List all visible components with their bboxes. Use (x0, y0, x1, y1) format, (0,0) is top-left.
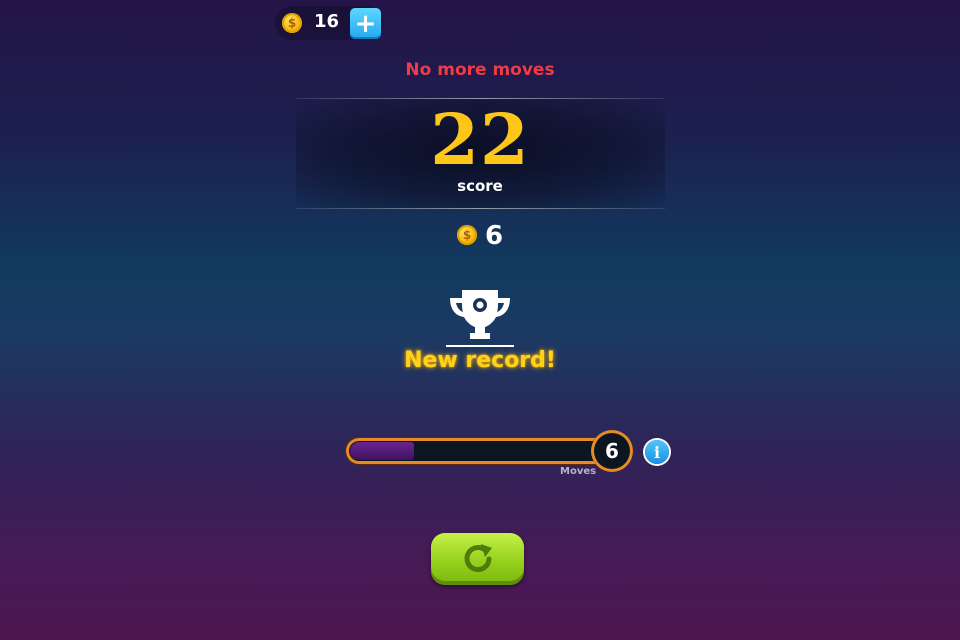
new-record-label: New record! (404, 348, 556, 373)
game-over-status: No more moves (405, 60, 555, 80)
plus-icon: + (354, 8, 377, 39)
coin-balance: 16 (314, 11, 340, 32)
info-icon: i (653, 442, 661, 462)
moves-progress-bar (346, 438, 608, 464)
add-coins-button[interactable]: + (350, 8, 381, 39)
moves-progress-fill (350, 442, 414, 460)
score-value: 22 (430, 98, 530, 181)
replay-icon (464, 544, 492, 573)
score-label: score (457, 177, 503, 195)
trophy-icon (446, 290, 514, 347)
coin-icon: $ (457, 225, 477, 245)
moves-count: 6 (591, 430, 633, 472)
moves-label: Moves (560, 466, 597, 477)
coin-icon: $ (282, 13, 302, 33)
replay-button[interactable] (431, 533, 524, 585)
coins-earned: 6 (485, 221, 504, 251)
info-button[interactable]: i (645, 440, 669, 464)
score-panel-bottom-divider (296, 208, 665, 209)
